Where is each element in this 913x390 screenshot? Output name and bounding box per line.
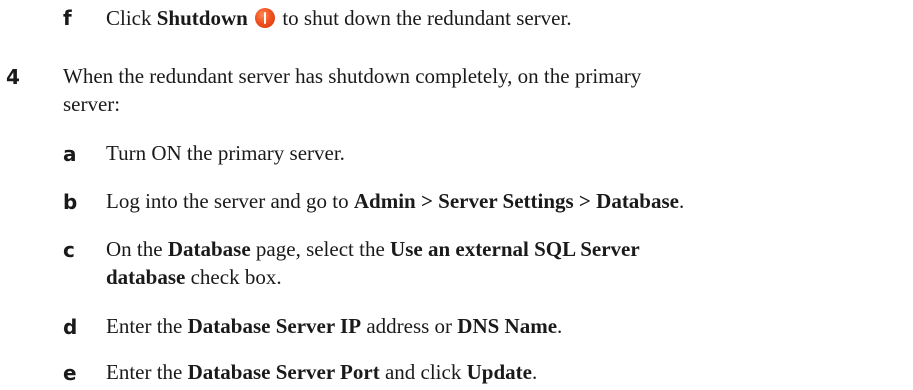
step-marker-d: d [63, 315, 78, 339]
substep-d-post: . [557, 314, 563, 338]
step-marker-e: e [63, 361, 77, 385]
substep-d-ip-label: Database Server IP [187, 314, 362, 338]
document-page: f Click Shutdown to shut down the redund… [0, 0, 913, 390]
step-f-shutdown-label: Shutdown [156, 6, 248, 30]
step-marker-a: a [63, 142, 77, 166]
step-f-post: to shut down the redundant server. [277, 6, 572, 30]
substep-c-checkbox-label-1: Use an external SQL Server [390, 237, 640, 261]
substep-d-dns-label: DNS Name [457, 314, 558, 338]
step-f-text: Click Shutdown to shut down the redundan… [106, 4, 572, 32]
substep-e-pre: Enter the [106, 360, 188, 384]
substep-d-mid: address or [361, 314, 458, 338]
substep-b-pre: Log into the server and go to [106, 189, 354, 213]
substep-c-database-label: Database [167, 237, 251, 261]
substep-b-menu-path: Admin > Server Settings > Database [353, 189, 679, 213]
step-4-line-2: server: [63, 92, 121, 116]
step-f-pre: Click [106, 6, 157, 30]
substep-d-text: Enter the Database Server IP address or … [106, 312, 562, 340]
substep-c-line-1: On the Database page, select the Use an … [106, 235, 640, 263]
substep-e-mid: and click [379, 360, 467, 384]
substep-c-mid: page, select the [250, 237, 391, 261]
substep-a-text: Turn ON the primary server. [106, 141, 345, 165]
shutdown-power-icon [255, 8, 276, 28]
substep-d-pre: Enter the [106, 314, 188, 338]
step-marker-b: b [63, 190, 78, 214]
substep-e-text: Enter the Database Server Port and click… [106, 358, 537, 386]
substep-c-post: check box. [185, 265, 282, 289]
substep-c-line-2: database check box. [106, 263, 282, 291]
substep-c-pre: On the [106, 237, 168, 261]
substep-e-port-label: Database Server Port [187, 360, 380, 384]
substep-b-text: Log into the server and go to Admin > Se… [106, 187, 684, 215]
substep-b-post: . [678, 189, 685, 213]
substep-e-post: . [531, 360, 538, 384]
step-marker-f: f [63, 6, 72, 30]
step-4-line-1: When the redundant server has shutdown c… [63, 64, 642, 88]
substep-e-update-label: Update [466, 360, 532, 384]
step-marker-c: c [63, 238, 75, 262]
substep-c-checkbox-label-2: database [106, 265, 186, 289]
step-marker-4: 4 [6, 65, 20, 89]
